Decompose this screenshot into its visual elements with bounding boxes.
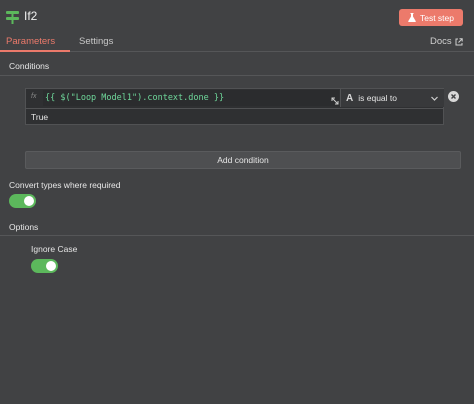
toggle-knob [46,261,56,271]
tab-bar: Parameters Settings [0,34,474,52]
section-divider [0,75,474,76]
chevron-down-icon [431,96,438,101]
fx-icon: fx [31,93,37,100]
if-node-icon [6,11,19,24]
tab-settings[interactable]: Settings [79,36,113,47]
active-tab-indicator [0,50,70,52]
docs-label: Docs [430,36,452,47]
add-condition-button[interactable]: Add condition [25,151,461,169]
left-value-expression[interactable]: {{ $("Loop Model1").context.done }} [43,90,339,106]
string-type-icon: A [346,92,354,104]
section-divider [0,235,474,236]
ignore-case-toggle[interactable] [31,259,58,273]
operator-label: is equal to [358,93,397,103]
flask-icon [408,13,416,22]
toggle-knob [24,196,34,206]
expand-icon[interactable] [331,97,339,105]
remove-condition-icon[interactable] [448,91,459,102]
node-header: If2 Test step [0,0,474,34]
tab-parameters[interactable]: Parameters [6,36,55,47]
test-step-label: Test step [419,12,455,23]
external-link-icon [455,37,463,45]
condition-row: fx {{ $("Loop Model1").context.done }} A… [25,88,444,125]
ignore-case-label: Ignore Case [31,244,78,254]
operator-select[interactable]: A is equal to [340,89,444,107]
conditions-label: Conditions [9,61,50,71]
docs-link[interactable]: Docs [430,36,463,47]
test-step-button[interactable]: Test step [399,9,463,26]
options-label: Options [9,222,39,232]
convert-types-toggle[interactable] [9,194,36,208]
convert-types-label: Convert types where required [9,180,121,190]
node-title: If2 [24,9,38,23]
right-value-field[interactable]: True [26,108,443,124]
